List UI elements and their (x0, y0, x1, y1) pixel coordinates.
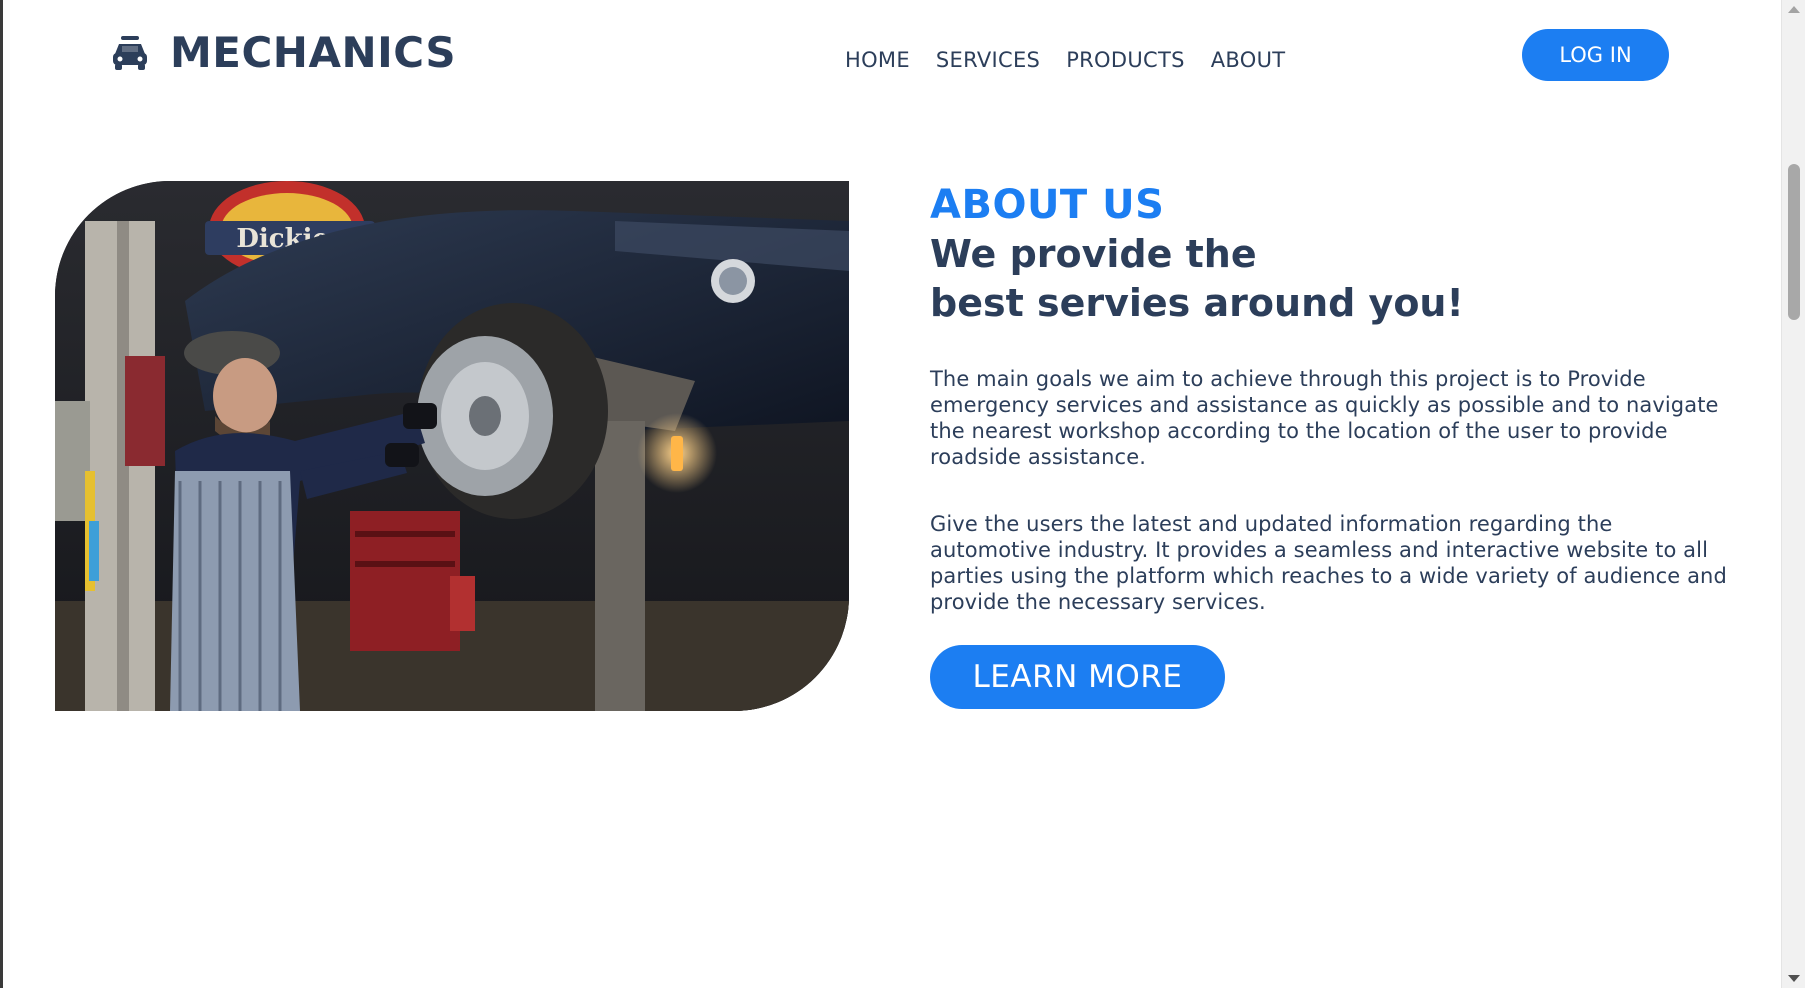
nav-home[interactable]: HOME (845, 48, 910, 72)
nav-about[interactable]: ABOUT (1211, 48, 1286, 72)
window-left-border (0, 0, 3, 988)
scrollbar-thumb[interactable] (1788, 164, 1800, 320)
nav-products[interactable]: PRODUCTS (1066, 48, 1185, 72)
nav-services[interactable]: SERVICES (936, 48, 1040, 72)
scroll-up-arrow-icon[interactable] (1788, 6, 1800, 13)
login-button[interactable]: LOG IN (1522, 29, 1669, 81)
about-kicker: ABOUT US (930, 182, 1165, 228)
brand-logo[interactable]: MECHANICS (110, 28, 456, 77)
scroll-down-arrow-icon[interactable] (1788, 975, 1800, 982)
about-paragraph-1: The main goals we aim to achieve through… (930, 367, 1719, 469)
car-icon (110, 33, 150, 73)
about-heading: We provide the best servies around you! (930, 230, 1730, 328)
brand-name: MECHANICS (170, 28, 457, 77)
about-paragraph-2: Give the users the latest and updated in… (930, 512, 1727, 614)
mechanic-photo: Dickies (55, 181, 849, 711)
about-heading-line-2: best servies around you! (930, 281, 1464, 325)
about-section: ABOUT US We provide the best servies aro… (930, 180, 1730, 709)
about-heading-line-1: We provide the (930, 232, 1257, 276)
learn-more-button[interactable]: LEARN MORE (930, 645, 1225, 709)
main-nav: HOME SERVICES PRODUCTS ABOUT (845, 48, 1311, 72)
vertical-scrollbar[interactable] (1781, 0, 1805, 988)
